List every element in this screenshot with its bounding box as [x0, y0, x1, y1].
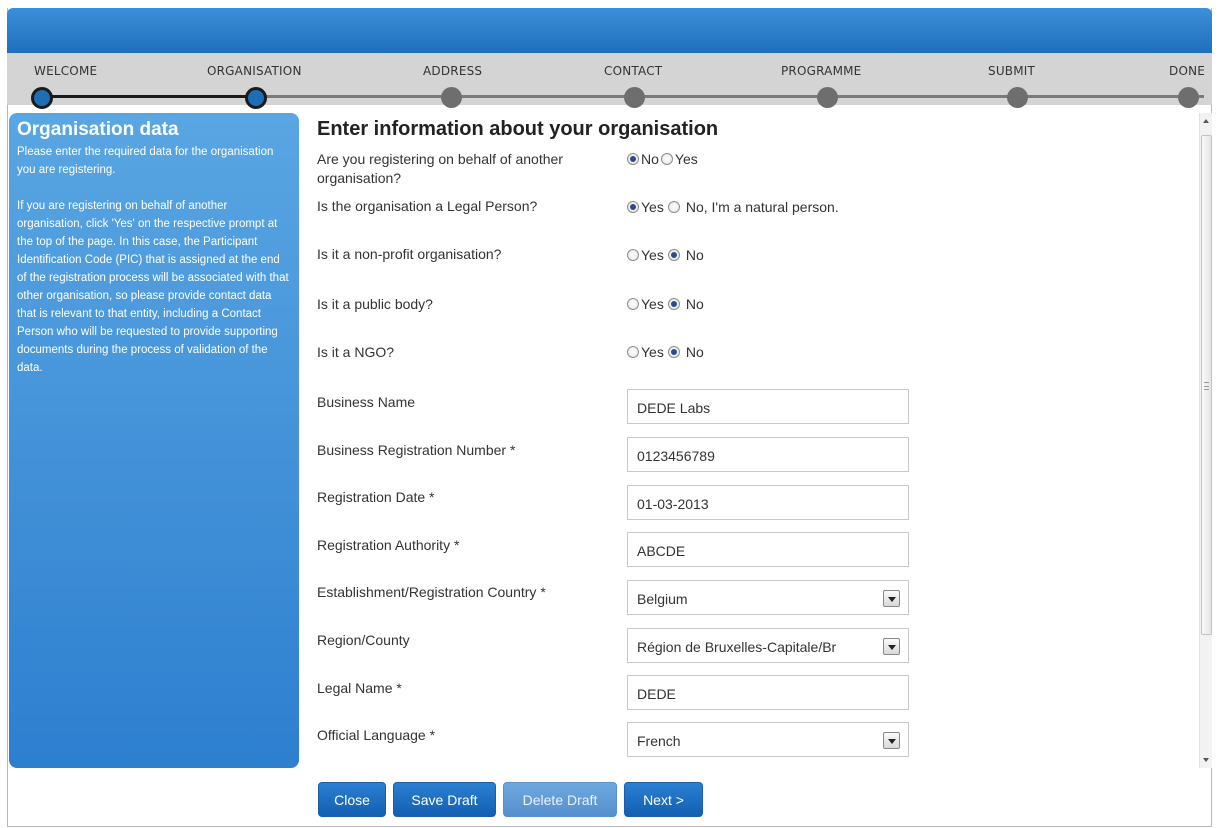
radio-label: No — [685, 247, 704, 263]
business-name-input[interactable]: DEDE Labs — [627, 389, 909, 424]
step-label-contact: CONTACT — [604, 64, 663, 78]
form-panel: Enter information about your organisatio… — [309, 113, 1197, 768]
official-language-label: Official Language * — [317, 727, 436, 743]
step-dot-done — [1178, 87, 1199, 108]
radio-label: Yes — [641, 296, 664, 312]
delete-draft-button[interactable]: Delete Draft — [503, 782, 617, 817]
step-label-submit: SUBMIT — [988, 64, 1036, 78]
question-on-behalf: Are you registering on behalf of another… — [317, 151, 563, 186]
radio-ngo-yes[interactable] — [627, 346, 639, 358]
step-dot-organisation[interactable] — [245, 87, 267, 109]
chevron-down-icon[interactable] — [883, 638, 900, 655]
radio-legal-person-no[interactable] — [667, 201, 680, 213]
progress-line-pending — [264, 95, 1204, 98]
step-dot-programme — [817, 87, 838, 108]
step-label-organisation: ORGANISATION — [207, 64, 302, 78]
next-button[interactable]: Next > — [624, 782, 703, 817]
question-legal-person: Is the organisation a Legal Person? — [317, 198, 538, 214]
question-non-profit: Is it a non-profit organisation? — [317, 246, 502, 262]
business-reg-number-input[interactable]: 0123456789 — [627, 437, 909, 472]
scroll-up-arrow-icon[interactable] — [1203, 119, 1209, 123]
step-dot-submit — [1007, 87, 1028, 108]
country-label: Establishment/Registration Country * — [317, 584, 546, 600]
chevron-down-icon[interactable] — [883, 590, 900, 607]
region-select[interactable]: Région de Bruxelles-Capitale/Br — [627, 628, 909, 663]
radio-label: No — [641, 151, 659, 167]
legal-name-label: Legal Name * — [317, 680, 402, 696]
step-label-programme: PROGRAMME — [781, 64, 862, 78]
radio-label: Yes — [641, 247, 664, 263]
radio-group-on-behalf: No Yes — [627, 151, 700, 167]
region-select-value: Région de Bruxelles-Capitale/Br — [637, 639, 837, 655]
step-dot-contact — [624, 87, 645, 108]
step-dot-address — [441, 87, 462, 108]
radio-public-body-yes[interactable] — [627, 298, 639, 310]
sidebar-help-text: If you are registering on behalf of anot… — [17, 200, 289, 374]
save-draft-button[interactable]: Save Draft — [393, 782, 496, 817]
radio-non-profit-no[interactable] — [667, 249, 680, 261]
progress-line-completed — [40, 95, 264, 98]
business-reg-number-label: Business Registration Number * — [317, 442, 516, 458]
step-label-address: ADDRESS — [423, 64, 483, 78]
registration-authority-input[interactable]: ABCDE — [627, 532, 909, 567]
radio-non-profit-yes[interactable] — [627, 249, 639, 261]
radio-label: Yes — [641, 199, 664, 215]
region-label: Region/County — [317, 632, 410, 648]
radio-label: No — [685, 296, 704, 312]
radio-public-body-no[interactable] — [667, 298, 680, 310]
registration-date-input[interactable]: 01-03-2013 — [627, 485, 909, 520]
radio-label: Yes — [674, 151, 698, 167]
registration-authority-label: Registration Authority * — [317, 537, 460, 553]
radio-group-ngo: Yes No — [627, 344, 706, 360]
radio-label: No — [685, 344, 704, 360]
question-ngo: Is it a NGO? — [317, 344, 395, 360]
radio-label: No, I'm a natural person. — [685, 199, 839, 215]
radio-label: Yes — [641, 344, 664, 360]
radio-legal-person-yes[interactable] — [627, 201, 639, 213]
scroll-down-arrow-icon[interactable] — [1203, 758, 1209, 762]
chevron-down-icon[interactable] — [883, 732, 900, 749]
radio-ngo-no[interactable] — [667, 346, 680, 358]
sidebar-intro-text: Please enter the required data for the o… — [17, 146, 274, 176]
radio-group-legal-person: Yes No, I'm a natural person. — [627, 199, 841, 215]
radio-on-behalf-no[interactable] — [627, 153, 639, 165]
official-language-select-value: French — [637, 733, 681, 749]
country-select[interactable]: Belgium — [627, 580, 909, 615]
vertical-scrollbar[interactable] — [1199, 113, 1212, 768]
help-sidebar: Organisation data Please enter the requi… — [9, 113, 299, 768]
registration-date-label: Registration Date * — [317, 489, 435, 505]
grip-icon — [1204, 382, 1209, 390]
sidebar-title: Organisation data — [17, 119, 179, 140]
question-public-body: Is it a public body? — [317, 296, 433, 312]
country-select-value: Belgium — [637, 591, 688, 607]
step-label-welcome: WELCOME — [34, 64, 98, 78]
radio-group-non-profit: Yes No — [627, 247, 706, 263]
step-dot-welcome[interactable] — [31, 87, 53, 109]
legal-name-input[interactable]: DEDE — [627, 675, 909, 710]
close-button[interactable]: Close — [318, 782, 386, 817]
scrollbar-thumb[interactable] — [1201, 135, 1212, 635]
wizard-progress: WELCOME ORGANISATION ADDRESS CONTACT PRO… — [7, 53, 1212, 109]
radio-group-public-body: Yes No — [627, 296, 706, 312]
radio-on-behalf-yes[interactable] — [660, 153, 673, 165]
header-bar — [7, 8, 1212, 53]
official-language-select[interactable]: French — [627, 722, 909, 757]
step-label-done: DONE — [1169, 64, 1206, 78]
page-title: Enter information about your organisatio… — [317, 118, 719, 140]
business-name-label: Business Name — [317, 394, 416, 410]
